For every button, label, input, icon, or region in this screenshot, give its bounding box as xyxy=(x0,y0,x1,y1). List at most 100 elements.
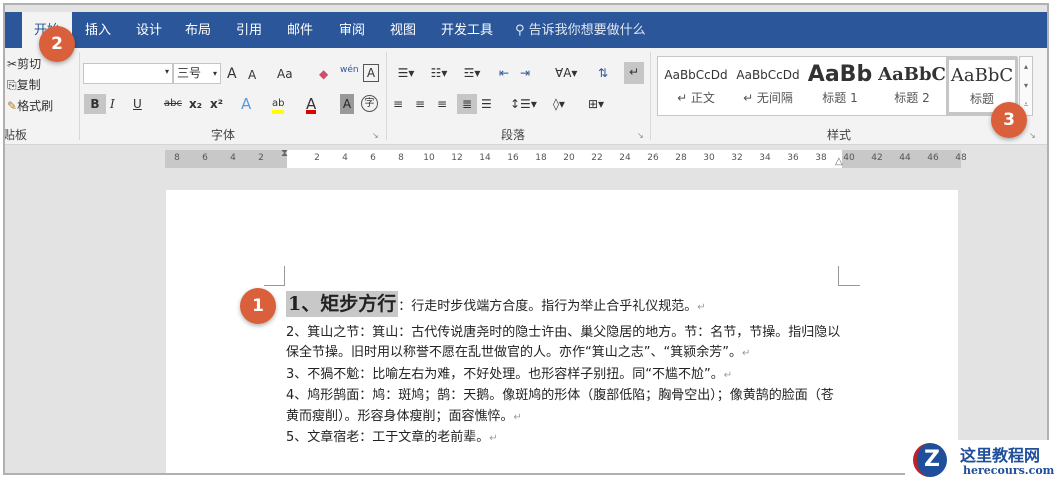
char-border-button[interactable]: A xyxy=(363,64,379,82)
ruler-tick: 20 xyxy=(563,153,575,163)
paragraph-5: 5、文章宿老：工于文章的老前辈。↵ xyxy=(286,430,498,445)
ruler-tick: 8 xyxy=(398,153,404,163)
enclose-char-button[interactable]: 字 xyxy=(361,95,378,112)
increase-indent-icon[interactable]: ⇥ xyxy=(520,63,530,83)
scroll-down-icon[interactable]: ▾ xyxy=(1020,76,1032,95)
format-painter-button[interactable]: ✎格式刷 xyxy=(7,96,53,117)
tab-design[interactable]: 设计 xyxy=(136,12,162,48)
ruler-tick: 6 xyxy=(370,153,376,163)
font-size-combo[interactable]: 三号 ▾ xyxy=(173,63,221,84)
align-right-icon[interactable]: ≡ xyxy=(437,94,447,114)
text-effects-button[interactable]: A xyxy=(241,94,251,114)
line-spacing-icon[interactable]: ↕☰▾ xyxy=(510,94,537,114)
group-label-styles: 样式 xyxy=(827,128,852,142)
step-badge-2: 2 xyxy=(39,26,75,62)
grow-font-button[interactable]: A xyxy=(227,64,237,84)
style-no-spacing[interactable]: AaBbCcDd ↵ 无间隔 xyxy=(732,59,804,113)
shading-icon[interactable]: ◊▾ xyxy=(553,94,565,114)
tab-view[interactable]: 视图 xyxy=(390,12,416,48)
clear-formatting-icon[interactable]: ◆ xyxy=(319,64,328,84)
copy-icon: ⎘ xyxy=(7,78,17,92)
font-dialog-launcher-icon[interactable]: ↘ xyxy=(372,131,379,140)
copy-button[interactable]: ⎘复制 xyxy=(7,75,53,96)
ruler-tick: 30 xyxy=(703,153,715,163)
ruler-tick: 2 xyxy=(314,153,320,163)
selected-heading[interactable]: 1、矩步方行 xyxy=(286,291,399,317)
align-left-icon[interactable]: ≡ xyxy=(393,94,403,114)
horizontal-ruler[interactable]: ⧗ △ 8 6 4 2 2 4 6 8 10 12 14 16 18 20 22 24 26 28 30 32 34 36… xyxy=(165,148,967,168)
change-case-button[interactable]: Aa xyxy=(277,64,293,84)
brush-icon: ✎ xyxy=(7,99,18,113)
subscript-button[interactable]: x₂ xyxy=(189,94,202,114)
bullets-icon[interactable]: ☰▾ xyxy=(393,63,419,83)
italic-button[interactable]: I xyxy=(110,94,115,114)
tell-me-search[interactable]: ⚲ 告诉我你想要做什么 xyxy=(515,12,646,48)
chevron-down-icon: ▾ xyxy=(212,69,217,78)
tab-developer[interactable]: 开发工具 xyxy=(441,12,493,48)
chevron-down-icon: ▾ xyxy=(164,67,169,76)
style-heading-1[interactable]: AaBb 标题 1 xyxy=(804,59,876,113)
multilevel-list-icon[interactable]: ☲▾ xyxy=(459,63,485,83)
group-label-paragraph: 段落 xyxy=(501,128,526,142)
ribbon: ✂剪切 ⎘复制 ✎格式刷 剪贴板 ▾ 三号▾ A A Aa ◆ wén A B … xyxy=(5,48,1047,145)
numbering-icon[interactable]: ☷▾ xyxy=(426,63,452,83)
char-shading-button[interactable]: A xyxy=(340,94,354,114)
decrease-indent-icon[interactable]: ⇤ xyxy=(499,63,509,83)
font-name-combo[interactable]: ▾ xyxy=(83,63,173,84)
bold-button[interactable]: B xyxy=(84,94,106,114)
tab-review[interactable]: 审阅 xyxy=(339,12,365,48)
ruler-tick: 4 xyxy=(342,153,348,163)
ruler-tick: 2 xyxy=(258,153,264,163)
logo-z-icon: Z xyxy=(913,443,947,477)
ruler-tick: 14 xyxy=(479,153,491,163)
ribbon-tab-bar: 开始 插入 设计 布局 引用 邮件 审阅 视图 开发工具 ⚲ 告诉我你想要做什么 xyxy=(5,12,1047,48)
justify-icon[interactable]: ≣ xyxy=(457,94,477,114)
style-normal[interactable]: AaBbCcDd ↵ 正文 xyxy=(660,59,732,113)
borders-icon[interactable]: ⊞▾ xyxy=(588,94,604,114)
underline-button[interactable]: U xyxy=(133,94,142,114)
ruler-tick: 24 xyxy=(619,153,631,163)
ruler-tick: 10 xyxy=(423,153,435,163)
chinese-layout-icon[interactable]: ⱯA▾ xyxy=(555,63,577,83)
sort-icon[interactable]: ⇅ xyxy=(598,63,608,83)
strikethrough-button[interactable]: abc xyxy=(164,94,182,114)
ruler-tick: 28 xyxy=(675,153,687,163)
ruler-tick: 48 xyxy=(955,153,967,163)
ruler-tick: 46 xyxy=(927,153,939,163)
phonetic-guide-button[interactable]: wén xyxy=(340,60,359,80)
scroll-up-icon[interactable]: ▴ xyxy=(1020,57,1032,76)
distribute-icon[interactable]: ☰ xyxy=(481,94,492,114)
group-label-font: 字体 xyxy=(211,128,236,142)
ruler-tick: 36 xyxy=(787,153,799,163)
shrink-font-button[interactable]: A xyxy=(248,65,256,85)
ruler-tick: 32 xyxy=(731,153,743,163)
font-color-button[interactable]: A xyxy=(306,94,317,114)
paragraph-3: 3、不猧不魀：比喻左右为难，不好处理。也形容样子别扭。同“不尴不尬”。↵ xyxy=(286,366,733,382)
step-badge-3: 3 xyxy=(991,102,1027,138)
ruler-tick: 18 xyxy=(535,153,547,163)
show-marks-icon[interactable]: ↵ xyxy=(624,62,644,84)
tab-mailings[interactable]: 邮件 xyxy=(287,12,313,48)
ruler-tick: 26 xyxy=(647,153,659,163)
align-center-icon[interactable]: ≡ xyxy=(415,94,425,114)
paragraph-1: 1、矩步方行 ：行走时步伐端方合度。指行为举止合乎礼仪规范。↵ xyxy=(286,291,706,317)
styles-dialog-launcher-icon[interactable]: ↘ xyxy=(1029,131,1036,140)
ruler-tick: 34 xyxy=(759,153,771,163)
tab-references[interactable]: 引用 xyxy=(236,12,262,48)
word-window: 开始 插入 设计 布局 引用 邮件 审阅 视图 开发工具 ⚲ 告诉我你想要做什么… xyxy=(3,3,1049,475)
document-page[interactable]: 1、矩步方行 ：行走时步伐端方合度。指行为举止合乎礼仪规范。↵ 2、箕山之节：箕山… xyxy=(166,190,958,473)
ruler-tick: 6 xyxy=(202,153,208,163)
ruler-tick: 16 xyxy=(507,153,519,163)
ruler-tick: 4 xyxy=(230,153,236,163)
tab-layout[interactable]: 布局 xyxy=(185,12,211,48)
ruler-tick: 12 xyxy=(451,153,463,163)
document-body: 1、矩步方行 ：行走时步伐端方合度。指行为举止合乎礼仪规范。↵ 2、箕山之节：箕山… xyxy=(286,290,846,450)
highlight-button[interactable]: ab xyxy=(272,94,285,114)
superscript-button[interactable]: x² xyxy=(210,94,223,114)
search-icon: ⚲ xyxy=(515,23,529,38)
ruler-tick: 42 xyxy=(871,153,883,163)
tab-insert[interactable]: 插入 xyxy=(85,12,111,48)
indent-marker-icon[interactable]: ⧗ xyxy=(281,148,288,159)
style-heading-2[interactable]: AaBbC 标题 2 xyxy=(876,59,948,113)
paragraph-dialog-launcher-icon[interactable]: ↘ xyxy=(637,131,644,140)
